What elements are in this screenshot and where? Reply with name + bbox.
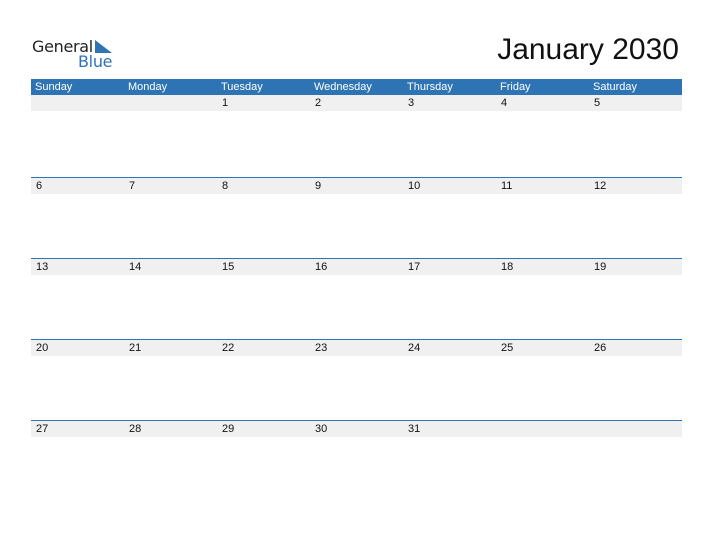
weekday-tuesday: Tuesday — [221, 81, 263, 93]
day-cell: 12 — [594, 180, 607, 192]
day-cell: 22 — [222, 342, 235, 354]
weekday-friday: Friday — [500, 81, 531, 93]
day-cell: 13 — [36, 261, 49, 273]
logo-text-blue: Blue — [78, 52, 113, 71]
day-cell: 14 — [129, 261, 142, 273]
day-cell: 30 — [315, 423, 328, 435]
day-cell: 9 — [315, 180, 322, 192]
day-cell: 11 — [501, 180, 513, 192]
day-cell — [124, 95, 217, 111]
day-cell: 2 — [315, 97, 322, 109]
date-strip: 20 21 22 23 24 25 26 — [31, 340, 682, 356]
weekday-saturday: Saturday — [593, 81, 638, 93]
day-cell: 15 — [222, 261, 235, 273]
day-cell — [496, 421, 589, 437]
day-cell: 3 — [408, 97, 415, 109]
day-cell: 23 — [315, 342, 328, 354]
day-cell: 29 — [222, 423, 235, 435]
day-cell: 10 — [408, 180, 421, 192]
day-cell: 1 — [222, 97, 229, 109]
date-strip: 27 28 29 30 31 — [31, 421, 682, 437]
day-cell: 16 — [315, 261, 328, 273]
day-cell: 7 — [129, 180, 136, 192]
date-strip: 13 14 15 16 17 18 19 — [31, 259, 682, 275]
day-cell: 31 — [408, 423, 421, 435]
logo: General Blue — [32, 37, 122, 73]
month-title: January 2030 — [497, 33, 679, 66]
week-row: 20 21 22 23 24 25 26 — [31, 339, 682, 420]
day-cell: 25 — [501, 342, 514, 354]
weekday-header: Sunday Monday Tuesday Wednesday Thursday… — [31, 79, 682, 95]
day-cell: 27 — [36, 423, 49, 435]
day-cell: 6 — [36, 180, 43, 192]
weekday-thursday: Thursday — [407, 81, 453, 93]
day-cell: 26 — [594, 342, 607, 354]
week-row: 27 28 29 30 31 — [31, 420, 682, 501]
date-strip: 6 7 8 9 10 11 12 — [31, 178, 682, 194]
day-cell: 18 — [501, 261, 514, 273]
weekday-monday: Monday — [128, 81, 168, 93]
week-row: 1 2 3 4 5 — [31, 95, 682, 177]
day-cell: 21 — [129, 342, 142, 354]
week-row: 13 14 15 16 17 18 19 — [31, 258, 682, 339]
day-cell: 5 — [594, 97, 601, 109]
day-cell: 19 — [594, 261, 607, 273]
day-cell: 20 — [36, 342, 49, 354]
day-cell: 4 — [501, 97, 508, 109]
day-cell — [31, 95, 124, 111]
day-cell: 24 — [408, 342, 421, 354]
date-strip: 1 2 3 4 5 — [31, 95, 682, 111]
day-cell: 17 — [408, 261, 421, 273]
calendar-grid: Sunday Monday Tuesday Wednesday Thursday… — [31, 79, 682, 501]
day-cell: 28 — [129, 423, 142, 435]
day-cell: 8 — [222, 180, 229, 192]
day-cell — [589, 421, 682, 437]
weekday-wednesday: Wednesday — [314, 81, 372, 93]
week-row: 6 7 8 9 10 11 12 — [31, 177, 682, 258]
weekday-sunday: Sunday — [35, 81, 73, 93]
